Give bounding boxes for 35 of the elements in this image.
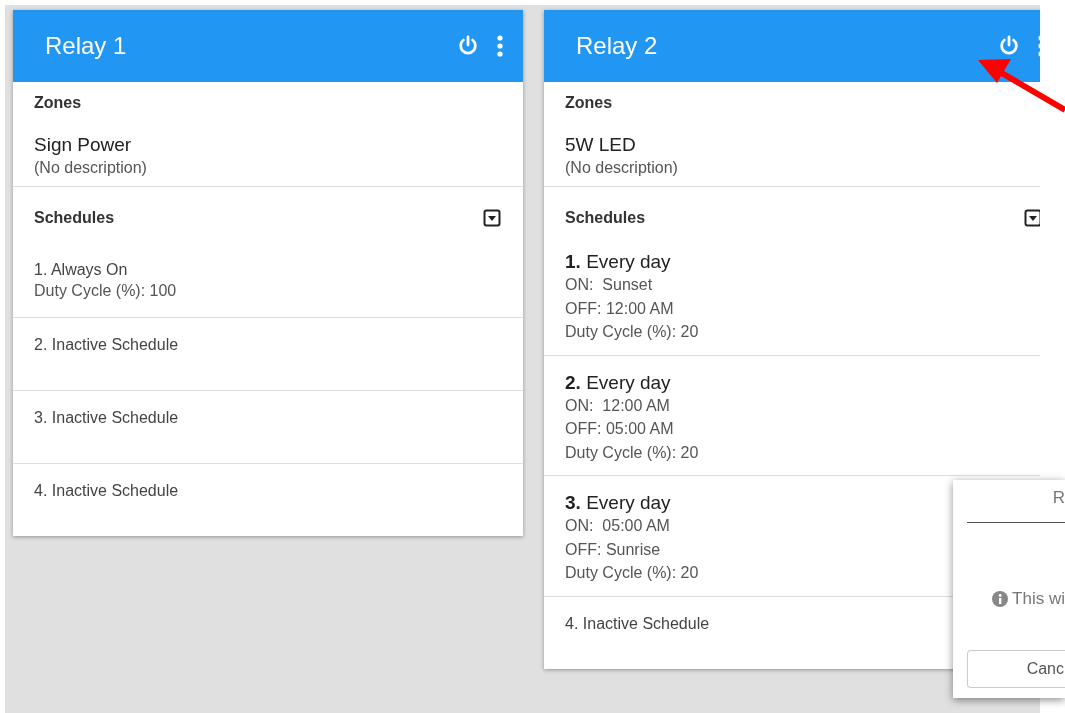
power-icon[interactable]: [998, 35, 1020, 57]
schedule-detail: OFF: 05:00 AM: [565, 419, 674, 439]
section-label: Schedules: [34, 209, 115, 227]
schedule-detail: Duty Cycle (%): 20: [565, 442, 699, 463]
dialog-message: This wi: [1012, 589, 1065, 609]
schedule-title[interactable]: 2. Every day: [565, 371, 671, 394]
dropdown-icon[interactable]: [1024, 209, 1040, 227]
dropdown-icon[interactable]: [483, 209, 501, 227]
schedule-detail: OFF: Sunrise: [565, 539, 661, 560]
more-icon[interactable]: [497, 35, 503, 57]
schedule-detail: ON: 05:00 AM: [565, 516, 670, 536]
dialog-title: R: [1052, 488, 1065, 508]
zone-description: (No description): [565, 159, 679, 177]
zone-name: Sign Power: [34, 134, 133, 156]
schedule-detail: ON: Sunset: [565, 275, 653, 295]
schedule-detail: OFF: 12:00 AM: [565, 298, 674, 319]
card-title: Relay 2: [576, 32, 659, 60]
zone-name: 5W LED: [565, 134, 637, 156]
power-icon[interactable]: [457, 35, 479, 57]
schedule-title[interactable]: 3. Every day: [565, 492, 671, 514]
zone-description: (No description): [34, 159, 148, 177]
info-icon: [992, 591, 1009, 607]
schedule-detail: Duty Cycle (%): 20: [565, 322, 699, 342]
schedule-detail: Duty Cycle (%): 100: [34, 281, 177, 301]
card-title: Relay 1: [45, 32, 128, 60]
section-label: Schedules: [565, 209, 646, 227]
schedule-title[interactable]: 4. Inactive Schedule: [34, 481, 179, 500]
schedule-title[interactable]: 1. Always On: [34, 261, 128, 279]
section-label: Zones: [34, 94, 83, 112]
schedule-detail: ON: 12:00 AM: [565, 395, 670, 416]
section-label: Zones: [565, 94, 614, 112]
schedule-title[interactable]: 4. Inactive Schedule: [565, 614, 710, 633]
cancel-button[interactable]: Canc: [967, 650, 1065, 688]
schedule-title[interactable]: 1. Every day: [565, 251, 671, 273]
schedule-detail: Duty Cycle (%): 20: [565, 563, 699, 583]
